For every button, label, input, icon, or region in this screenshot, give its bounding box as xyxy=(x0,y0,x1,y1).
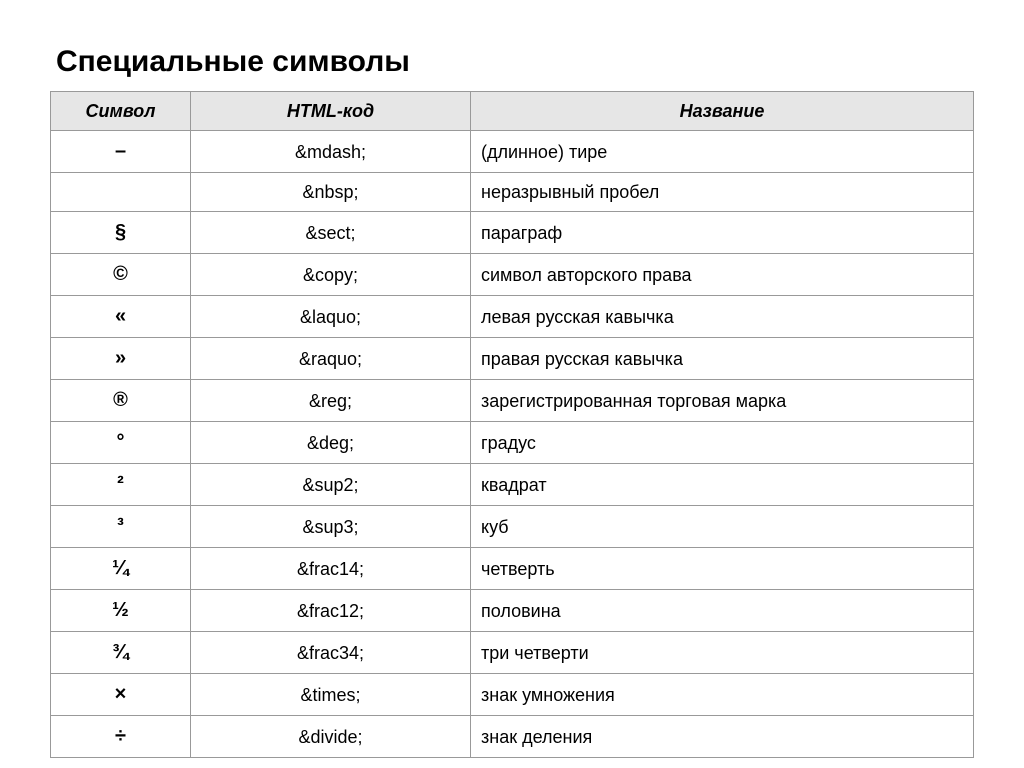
cell-name: градус xyxy=(471,422,974,464)
col-header-symbol: Символ xyxy=(51,92,191,131)
cell-symbol: ¼ xyxy=(51,548,191,590)
cell-symbol: ° xyxy=(51,422,191,464)
table-row: ²&sup2;квадрат xyxy=(51,464,974,506)
cell-name: половина xyxy=(471,590,974,632)
table-row: ¾&frac34;три четверти xyxy=(51,632,974,674)
cell-html-code: &deg; xyxy=(191,422,471,464)
table-row: §&sect;параграф xyxy=(51,212,974,254)
table-row: »&raquo;правая русская кавычка xyxy=(51,338,974,380)
cell-symbol: ÷ xyxy=(51,716,191,758)
cell-html-code: &nbsp; xyxy=(191,173,471,212)
table-row: ¼&frac14;четверть xyxy=(51,548,974,590)
cell-symbol: – xyxy=(51,131,191,173)
cell-name: неразрывный пробел xyxy=(471,173,974,212)
cell-name: три четверти xyxy=(471,632,974,674)
cell-symbol: ² xyxy=(51,464,191,506)
col-header-code: HTML-код xyxy=(191,92,471,131)
cell-symbol: × xyxy=(51,674,191,716)
col-header-name: Название xyxy=(471,92,974,131)
cell-name: четверть xyxy=(471,548,974,590)
cell-name: (длинное) тире xyxy=(471,131,974,173)
cell-name: куб xyxy=(471,506,974,548)
cell-html-code: &frac12; xyxy=(191,590,471,632)
cell-symbol xyxy=(51,173,191,212)
page-heading: Специальные символы xyxy=(56,45,974,79)
table-row: ³&sup3;куб xyxy=(51,506,974,548)
cell-name: левая русская кавычка xyxy=(471,296,974,338)
table-row: °&deg;градус xyxy=(51,422,974,464)
cell-symbol: ¾ xyxy=(51,632,191,674)
table-row: ®&reg;зарегистрированная торговая марка xyxy=(51,380,974,422)
cell-html-code: &laquo; xyxy=(191,296,471,338)
cell-symbol: « xyxy=(51,296,191,338)
cell-html-code: &mdash; xyxy=(191,131,471,173)
cell-html-code: &copy; xyxy=(191,254,471,296)
table-row: –&mdash;(длинное) тире xyxy=(51,131,974,173)
cell-name: знак деления xyxy=(471,716,974,758)
cell-html-code: &reg; xyxy=(191,380,471,422)
cell-html-code: &sup2; xyxy=(191,464,471,506)
table-row: ÷&divide;знак деления xyxy=(51,716,974,758)
cell-html-code: &times; xyxy=(191,674,471,716)
cell-html-code: &sup3; xyxy=(191,506,471,548)
cell-html-code: &divide; xyxy=(191,716,471,758)
cell-html-code: &sect; xyxy=(191,212,471,254)
cell-symbol: » xyxy=(51,338,191,380)
cell-symbol: ³ xyxy=(51,506,191,548)
table-row: ×&times;знак умножения xyxy=(51,674,974,716)
cell-name: зарегистрированная торговая марка xyxy=(471,380,974,422)
cell-symbol: § xyxy=(51,212,191,254)
table-row: «&laquo;левая русская кавычка xyxy=(51,296,974,338)
cell-symbol: © xyxy=(51,254,191,296)
special-symbols-table: Символ HTML-код Название –&mdash;(длинно… xyxy=(50,91,974,758)
cell-name: знак умножения xyxy=(471,674,974,716)
table-header-row: Символ HTML-код Название xyxy=(51,92,974,131)
cell-symbol: ® xyxy=(51,380,191,422)
cell-html-code: &frac34; xyxy=(191,632,471,674)
cell-symbol: ½ xyxy=(51,590,191,632)
cell-name: правая русская кавычка xyxy=(471,338,974,380)
cell-name: параграф xyxy=(471,212,974,254)
table-row: &nbsp;неразрывный пробел xyxy=(51,173,974,212)
table-row: ½&frac12;половина xyxy=(51,590,974,632)
cell-name: квадрат xyxy=(471,464,974,506)
cell-html-code: &frac14; xyxy=(191,548,471,590)
cell-html-code: &raquo; xyxy=(191,338,471,380)
cell-name: символ авторского права xyxy=(471,254,974,296)
table-row: ©&copy;символ авторского права xyxy=(51,254,974,296)
